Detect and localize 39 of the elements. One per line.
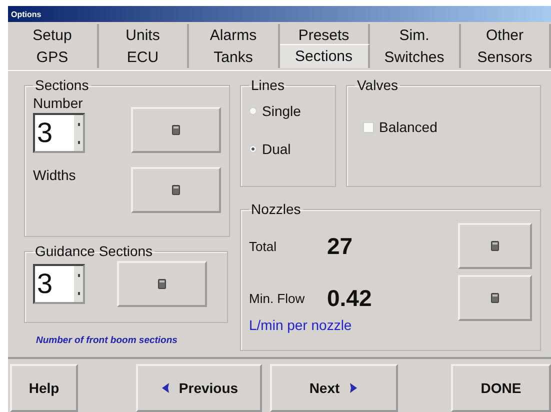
calculator-button[interactable]	[458, 275, 532, 321]
nav-button[interactable]: DONE	[451, 364, 551, 412]
spin-field[interactable]: 3	[33, 113, 85, 153]
group-title: Guidance Sections	[34, 243, 154, 259]
hint-text: Number of front boom sections	[35, 335, 178, 346]
field-label: Total	[249, 238, 278, 254]
radio-option[interactable]: Single	[249, 103, 327, 119]
group-title: Lines	[250, 77, 286, 93]
calculator-button[interactable]	[117, 261, 207, 307]
chevron-left-icon	[160, 382, 171, 394]
radio-button[interactable]	[249, 145, 257, 153]
tab[interactable]: Sections	[280, 44, 370, 68]
chevron-right-icon	[348, 382, 359, 394]
value-text: 0.42	[327, 284, 373, 312]
unit-text: L/min per nozzle	[249, 317, 353, 333]
nav-button[interactable]: Previous	[136, 364, 262, 412]
window-title: Options	[11, 10, 42, 18]
field-label: Widths	[33, 167, 77, 183]
radio-option[interactable]: Dual	[249, 141, 327, 157]
calculator-icon	[491, 293, 499, 303]
calculator-button[interactable]	[458, 223, 532, 269]
field-label: Min. Flow	[249, 290, 306, 306]
calculator-icon	[158, 279, 166, 289]
field-label: Number	[33, 95, 84, 111]
checkbox-option[interactable]: Balanced	[363, 119, 532, 135]
group-title: Valves	[356, 77, 399, 93]
calculator-button[interactable]	[131, 107, 221, 153]
calculator-icon	[172, 125, 180, 135]
radio-button[interactable]	[249, 107, 257, 115]
calculator-icon	[491, 241, 499, 251]
group-title: Nozzles	[250, 201, 302, 217]
calculator-button[interactable]	[131, 167, 221, 213]
nav-button[interactable]: Help	[10, 364, 78, 412]
calculator-icon	[172, 185, 180, 195]
group-title: Sections	[34, 77, 90, 93]
value-text: 27	[327, 232, 354, 260]
checkbox[interactable]	[363, 122, 374, 132]
spin-field[interactable]: 3	[33, 264, 85, 304]
nav-button[interactable]: Next	[270, 364, 398, 412]
